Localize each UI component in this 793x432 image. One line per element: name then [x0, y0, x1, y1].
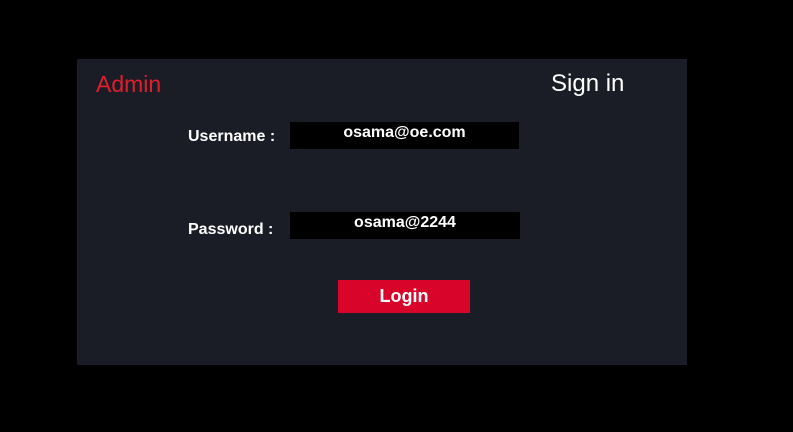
sign-in-panel: Admin Sign in Username : osama@oe.com Pa… [77, 59, 687, 365]
page-title: Sign in [551, 70, 625, 97]
password-input[interactable]: osama@2244 [290, 212, 520, 239]
password-label: Password : [188, 221, 274, 238]
username-input[interactable]: osama@oe.com [290, 122, 519, 149]
username-label: Username : [188, 128, 276, 145]
brand-title: Admin [96, 71, 162, 97]
login-button[interactable]: Login [338, 280, 470, 313]
